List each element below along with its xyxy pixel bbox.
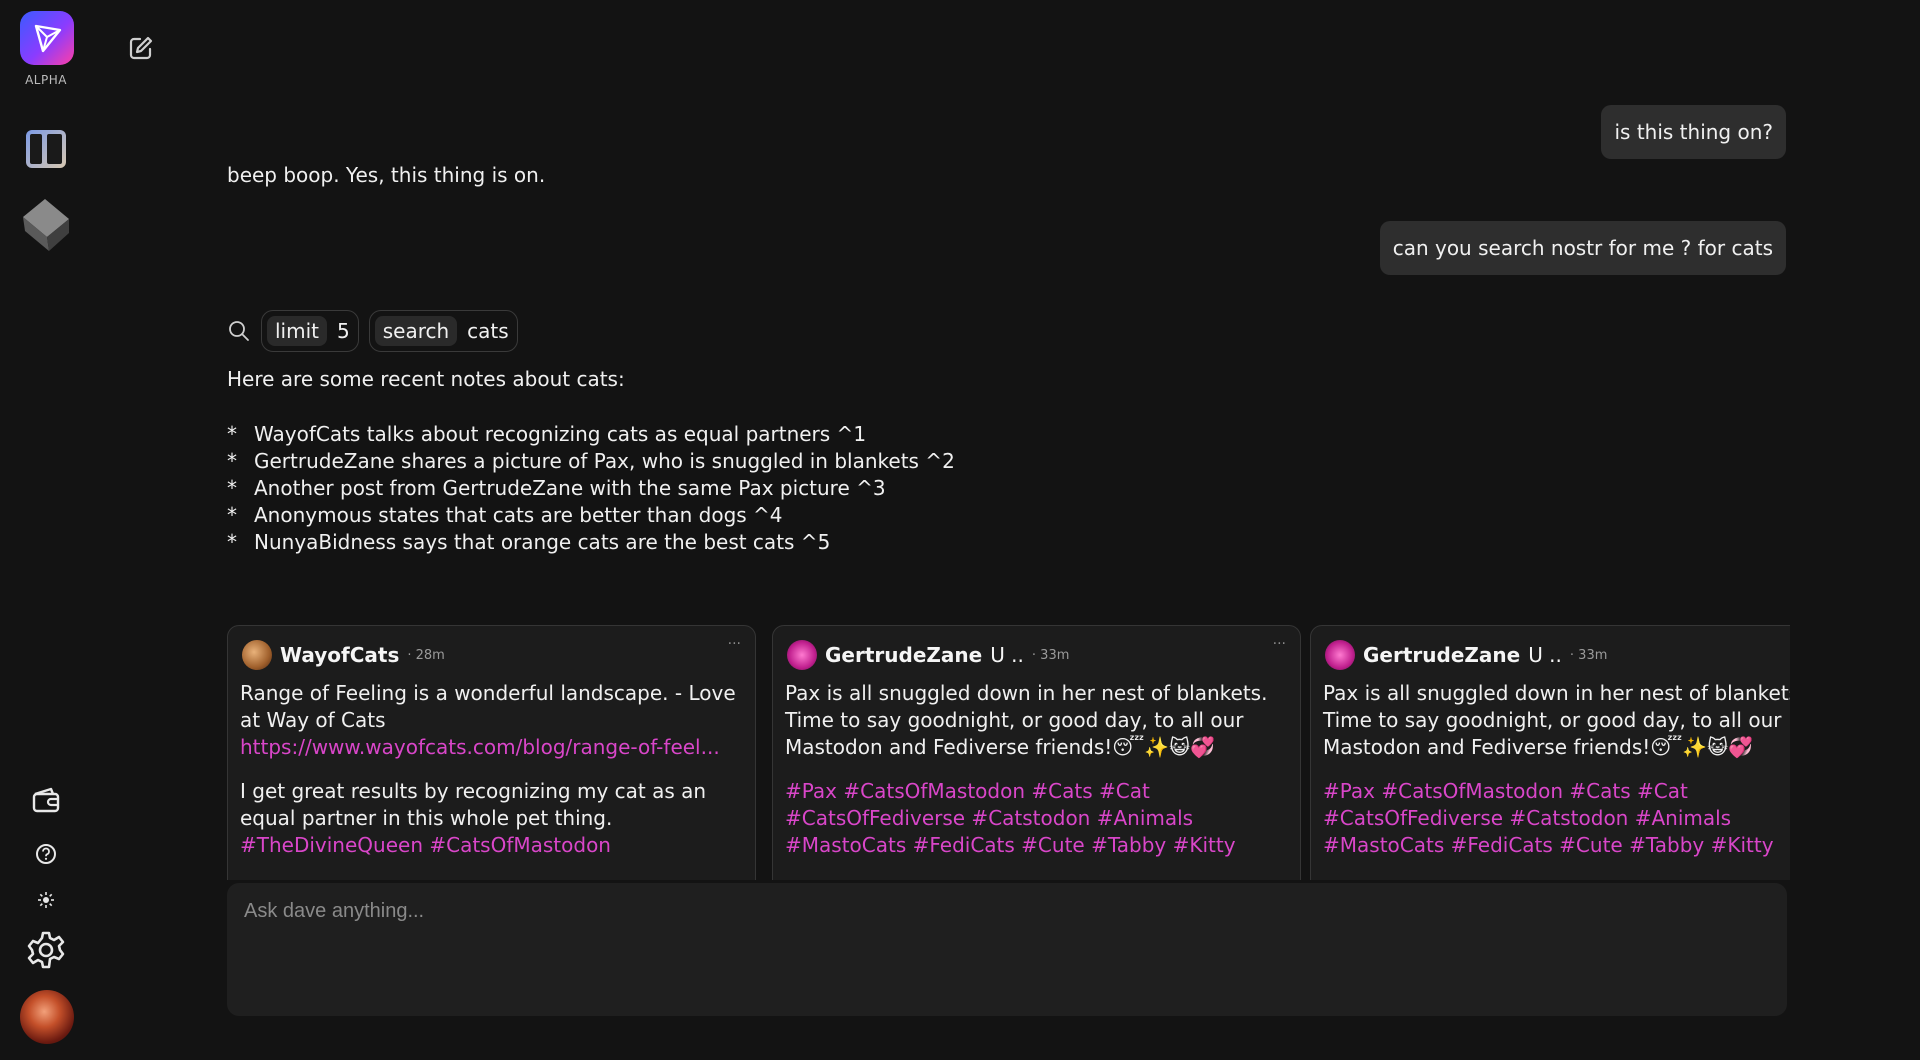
avatar[interactable] (20, 990, 74, 1044)
note-hashtags[interactable]: #Pax #CatsOfMastodon #Cats #Cat (1323, 778, 1790, 805)
app-logo[interactable] (20, 11, 74, 65)
edit-icon (129, 36, 153, 60)
chat-input-box (227, 883, 1787, 1016)
alpha-label: ALPHA (25, 73, 67, 87)
results-list: * WayofCats talks about recognizing cats … (227, 421, 955, 556)
tool-call-row: limit 5 search cats (227, 310, 518, 352)
note-body: Pax is all snuggled down in her nest of … (1323, 680, 1790, 859)
author-avatar[interactable] (1325, 640, 1355, 670)
note-hashtags[interactable]: #MastoCats #FediCats #Cute #Tabby #Kitty (785, 832, 1290, 859)
author-avatar[interactable] (242, 640, 272, 670)
cube-button[interactable] (18, 196, 74, 254)
sidebar: ALPHA (0, 0, 92, 1060)
cube-icon (23, 199, 69, 251)
note-header: GertrudeZane U .. · 33m (1325, 640, 1607, 670)
list-item: * NunyaBidness says that orange cats are … (227, 530, 831, 554)
limit-chip: limit 5 (261, 310, 359, 352)
chip-key: limit (267, 316, 327, 346)
chip-value: 5 (337, 319, 350, 343)
list-item: * Another post from GertrudeZane with the… (227, 476, 886, 500)
list-item: * WayofCats talks about recognizing cats … (227, 422, 867, 446)
author-name[interactable]: GertrudeZane (1363, 643, 1520, 667)
author-extra: U .. (1528, 643, 1562, 667)
panel-toggle-button[interactable] (23, 126, 69, 172)
wallet-icon (32, 787, 60, 813)
theme-toggle-button[interactable] (30, 886, 62, 914)
results-intro: Here are some recent notes about cats: (227, 367, 625, 391)
search-icon (229, 321, 249, 341)
note-time: · 33m (1569, 647, 1608, 663)
author-extra: U .. (990, 643, 1024, 667)
chip-key: search (374, 316, 458, 346)
note-body: Range of Feeling is a wonderful landscap… (240, 680, 745, 859)
user-message: can you search nostr for me ? for cats (1379, 221, 1786, 275)
help-button[interactable] (30, 838, 62, 870)
chip-value: cats (467, 319, 509, 343)
note-link[interactable]: https://www.wayofcats.com/blog/range-of-… (240, 734, 745, 761)
user-message: is this thing on? (1601, 105, 1786, 159)
note-time: · 28m (407, 647, 445, 663)
note-hashtags[interactable]: #MastoCats #FediCats #Cute #Tabby #Kitty (1323, 832, 1790, 859)
note-menu-button[interactable]: ··· (1273, 636, 1286, 652)
theme-icon (38, 892, 54, 908)
note-card[interactable]: GertrudeZane U .. · 33m Pax is all snugg… (1310, 625, 1790, 880)
settings-button[interactable] (24, 928, 68, 972)
author-name[interactable]: WayofCats (280, 643, 399, 667)
note-card[interactable]: GertrudeZane U .. · 33m ··· Pax is all s… (772, 625, 1301, 880)
note-hashtags[interactable]: #CatsOfFediverse #Catstodon #Animals (785, 805, 1290, 832)
help-icon (36, 844, 56, 864)
notes-carousel: WayofCats · 28m ··· Range of Feeling is … (227, 625, 1790, 880)
author-avatar[interactable] (787, 640, 817, 670)
note-time: · 33m (1031, 647, 1070, 663)
wallet-button[interactable] (28, 782, 64, 818)
panel-toggle-icon (26, 130, 66, 168)
list-item: * GertrudeZane shares a picture of Pax, w… (227, 449, 955, 473)
note-hashtags[interactable]: #CatsOfFediverse #Catstodon #Animals (1323, 805, 1790, 832)
list-item: * Anonymous states that cats are better t… (227, 503, 783, 527)
note-header: GertrudeZane U .. · 33m (787, 640, 1069, 670)
note-hashtags[interactable]: #Pax #CatsOfMastodon #Cats #Cat (785, 778, 1290, 805)
note-header: WayofCats · 28m (242, 640, 445, 670)
logo-icon (34, 24, 62, 53)
note-card[interactable]: WayofCats · 28m ··· Range of Feeling is … (227, 625, 756, 880)
author-name[interactable]: GertrudeZane (825, 643, 982, 667)
new-chat-button[interactable] (126, 33, 156, 63)
note-hashtags[interactable]: #TheDivineQueen #CatsOfMastodon (240, 832, 745, 859)
note-menu-button[interactable]: ··· (728, 636, 741, 652)
search-chip: search cats (368, 310, 518, 352)
assistant-message: beep boop. Yes, this thing is on. (227, 163, 546, 187)
note-body: Pax is all snuggled down in her nest of … (785, 680, 1290, 859)
chat-input[interactable] (242, 895, 1746, 927)
gear-icon (27, 931, 65, 969)
